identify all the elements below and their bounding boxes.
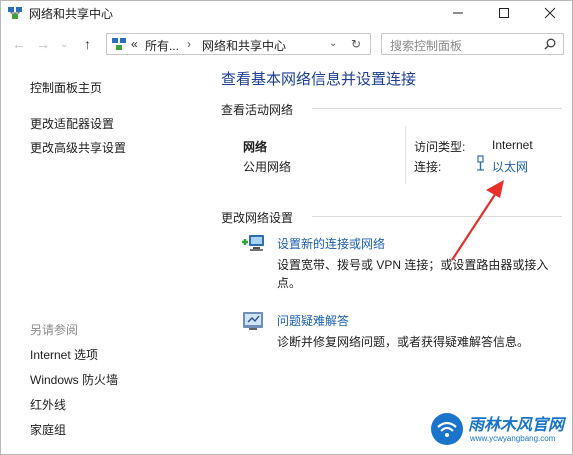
see-also-windows-firewall[interactable]: Windows 防火墙	[30, 371, 118, 388]
search-box[interactable]: 搜索控制面板	[381, 33, 564, 55]
section-divider	[312, 216, 562, 217]
refresh-icon[interactable]: ↻	[351, 37, 361, 51]
recent-pages-button[interactable]: ⌄	[60, 39, 68, 50]
see-also-internet-options[interactable]: Internet 选项	[30, 346, 98, 363]
minimize-button[interactable]	[435, 0, 481, 26]
breadcrumb-overflow[interactable]: «	[131, 37, 138, 51]
address-row: ← → ⌄ ↑ « 所有... › 网络和共享中心 ⌄ ↻ 搜索控制面板	[0, 30, 573, 60]
network-type[interactable]: 公用网络	[243, 158, 291, 175]
breadcrumb-separator-icon[interactable]: ›	[187, 37, 191, 51]
title-bar: 网络和共享中心	[0, 0, 573, 26]
wifi-logo-icon	[431, 413, 463, 445]
watermark-url: www.ycwyangbang.com	[470, 434, 556, 443]
see-also-homegroup[interactable]: 家庭组	[30, 421, 66, 438]
sidebar-item-change-adapter[interactable]: 更改适配器设置	[30, 115, 114, 132]
address-dropdown-icon[interactable]: ⌄	[329, 38, 337, 49]
maximize-button[interactable]	[481, 0, 527, 26]
breadcrumb-all[interactable]: 所有...	[145, 37, 179, 54]
network-name: 网络	[243, 140, 268, 154]
back-button[interactable]: ←	[12, 36, 26, 52]
search-icon[interactable]	[544, 38, 556, 50]
change-settings-title: 更改网络设置	[221, 211, 294, 225]
annotation-arrow-icon	[451, 180, 504, 261]
network-setup-icon	[242, 235, 264, 251]
network-info-separator	[405, 126, 406, 184]
address-bar[interactable]: « 所有... › 网络和共享中心 ⌄ ↻	[106, 33, 371, 55]
setup-connection-desc-cont: 点。	[277, 276, 302, 290]
close-button[interactable]	[527, 0, 573, 26]
setup-connection-link[interactable]: 设置新的连接或网络	[277, 235, 385, 252]
ethernet-connection-link[interactable]: 以太网	[492, 158, 528, 175]
watermark-title: 雨林木风官网	[468, 417, 565, 434]
ethernet-icon	[477, 155, 484, 171]
maximize-icon	[499, 8, 509, 18]
network-center-icon	[8, 7, 22, 19]
sidebar-item-advanced-sharing[interactable]: 更改高级共享设置	[30, 139, 126, 156]
access-type-label: 访问类型:	[414, 140, 466, 154]
window-title: 网络和共享中心	[29, 7, 114, 21]
up-button[interactable]: ↑	[84, 36, 91, 52]
minimize-icon	[453, 12, 463, 14]
search-placeholder: 搜索控制面板	[390, 39, 463, 53]
troubleshoot-icon	[243, 312, 263, 330]
watermark: 雨林木风官网 www.ycwyangbang.com	[430, 408, 570, 452]
see-also-header: 另请参阅	[30, 323, 79, 337]
access-type-value: Internet	[492, 138, 533, 152]
section-divider	[312, 108, 562, 109]
troubleshoot-link[interactable]: 问题疑难解答	[277, 312, 349, 329]
connections-label: 连接:	[414, 160, 442, 174]
troubleshoot-desc: 诊断并修复网络问题，或者获得疑难解答信息。	[277, 335, 530, 349]
forward-button[interactable]: →	[36, 36, 50, 52]
close-icon	[544, 7, 556, 19]
see-also-infrared[interactable]: 红外线	[30, 396, 66, 413]
sidebar-item-control-panel-home[interactable]: 控制面板主页	[30, 79, 102, 96]
breadcrumb-current[interactable]: 网络和共享中心	[202, 37, 286, 54]
control-panel-icon	[112, 38, 126, 50]
page-title: 查看基本网络信息并设置连接	[221, 71, 417, 88]
active-networks-title: 查看活动网络	[221, 103, 294, 117]
